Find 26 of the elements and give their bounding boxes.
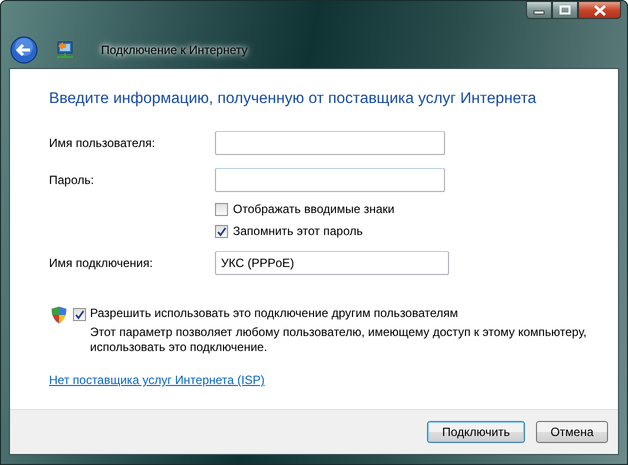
no-isp-link[interactable]: Нет поставщика услуг Интернета (ISP) <box>49 373 265 387</box>
close-button[interactable] <box>578 1 621 19</box>
dialog-button[interactable]: Отмена <box>536 421 608 443</box>
shield-icon <box>51 306 67 324</box>
field-label: Пароль: <box>49 173 95 187</box>
maximize-icon <box>559 5 571 15</box>
field-label: Имя подключения: <box>49 256 154 270</box>
minimize-button[interactable] <box>526 1 552 19</box>
dialog-button[interactable]: Подключить <box>427 421 525 443</box>
input-field[interactable] <box>215 131 445 155</box>
page-heading: Введите информацию, полученную от поставщика услуг Интернета <box>49 90 538 108</box>
checkbox[interactable] <box>73 308 86 321</box>
input-field[interactable]: УКС (PPPoE) <box>215 251 449 275</box>
checkbox-label[interactable]: Разрешить использовать это подключение другим пользователям <box>90 306 595 320</box>
description-text: Этот параметр позволяет любому пользователю, имеющему доступ к этому компьютеру, использовать это подключение. <box>90 325 588 355</box>
network-icon <box>55 40 75 60</box>
close-icon <box>592 4 606 16</box>
input-field[interactable] <box>215 168 445 192</box>
maximize-button[interactable] <box>552 1 578 19</box>
checkbox[interactable] <box>215 224 228 238</box>
back-button[interactable] <box>9 35 39 65</box>
window-title: Подключение к Интернету <box>101 43 248 57</box>
checkbox-label[interactable]: Отображать вводимые знаки <box>233 202 394 216</box>
checkbox[interactable] <box>215 202 228 216</box>
field-label: Имя пользователя: <box>49 136 156 150</box>
checkbox-label[interactable]: Запомнить этот пароль <box>233 224 363 238</box>
